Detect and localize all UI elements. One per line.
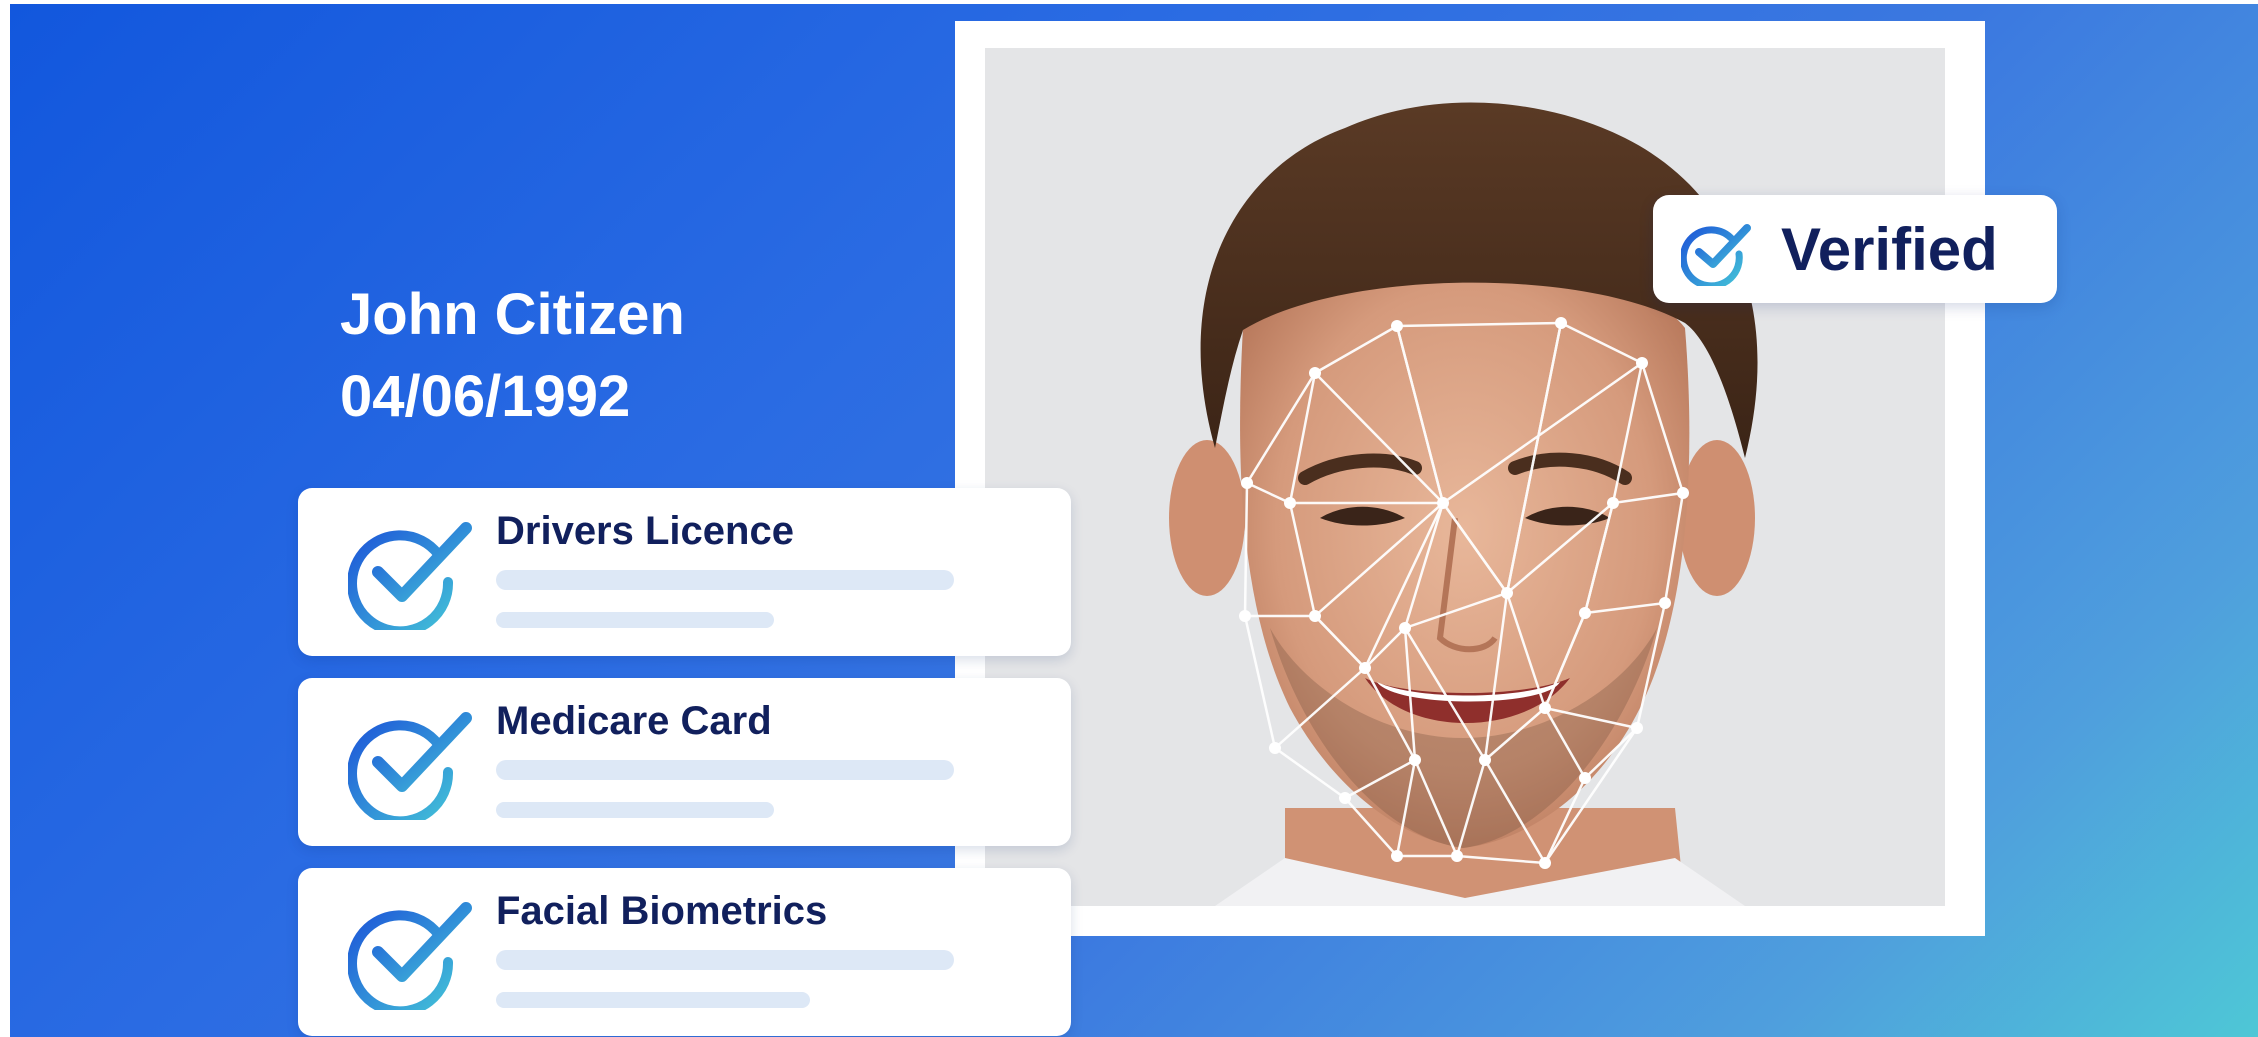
placeholder-line [496, 802, 774, 818]
portrait-frame [955, 21, 1985, 936]
identity-block: John Citizen 04/06/1992 [340, 274, 685, 438]
left-ear [1169, 440, 1245, 596]
placeholder-line [496, 992, 810, 1008]
check-circle-icon [348, 522, 472, 630]
placeholder-line [496, 612, 774, 628]
check-card-drivers-licence: Drivers Licence [298, 488, 1071, 656]
portrait-photo [985, 48, 1945, 906]
right-ear [1679, 440, 1755, 596]
check-circle-icon [348, 712, 472, 820]
check-card-medicare-card: Medicare Card [298, 678, 1071, 846]
verified-label: Verified [1781, 216, 1998, 283]
placeholder-line [496, 950, 954, 970]
placeholder-line [496, 570, 954, 590]
check-card-facial-biometrics: Facial Biometrics [298, 868, 1071, 1036]
hero-banner: John Citizen 04/06/1992 Verified Drivers… [10, 4, 2258, 1037]
check-circle-icon [348, 902, 472, 1010]
person-dob: 04/06/1992 [340, 364, 631, 429]
face-illustration [985, 48, 1945, 906]
verified-badge: Verified [1653, 195, 2057, 303]
check-title: Facial Biometrics [496, 889, 828, 933]
check-title: Drivers Licence [496, 509, 794, 553]
check-title: Medicare Card [496, 699, 772, 743]
placeholder-line [496, 760, 954, 780]
check-circle-icon [1681, 224, 1751, 286]
person-name: John Citizen [340, 282, 685, 347]
